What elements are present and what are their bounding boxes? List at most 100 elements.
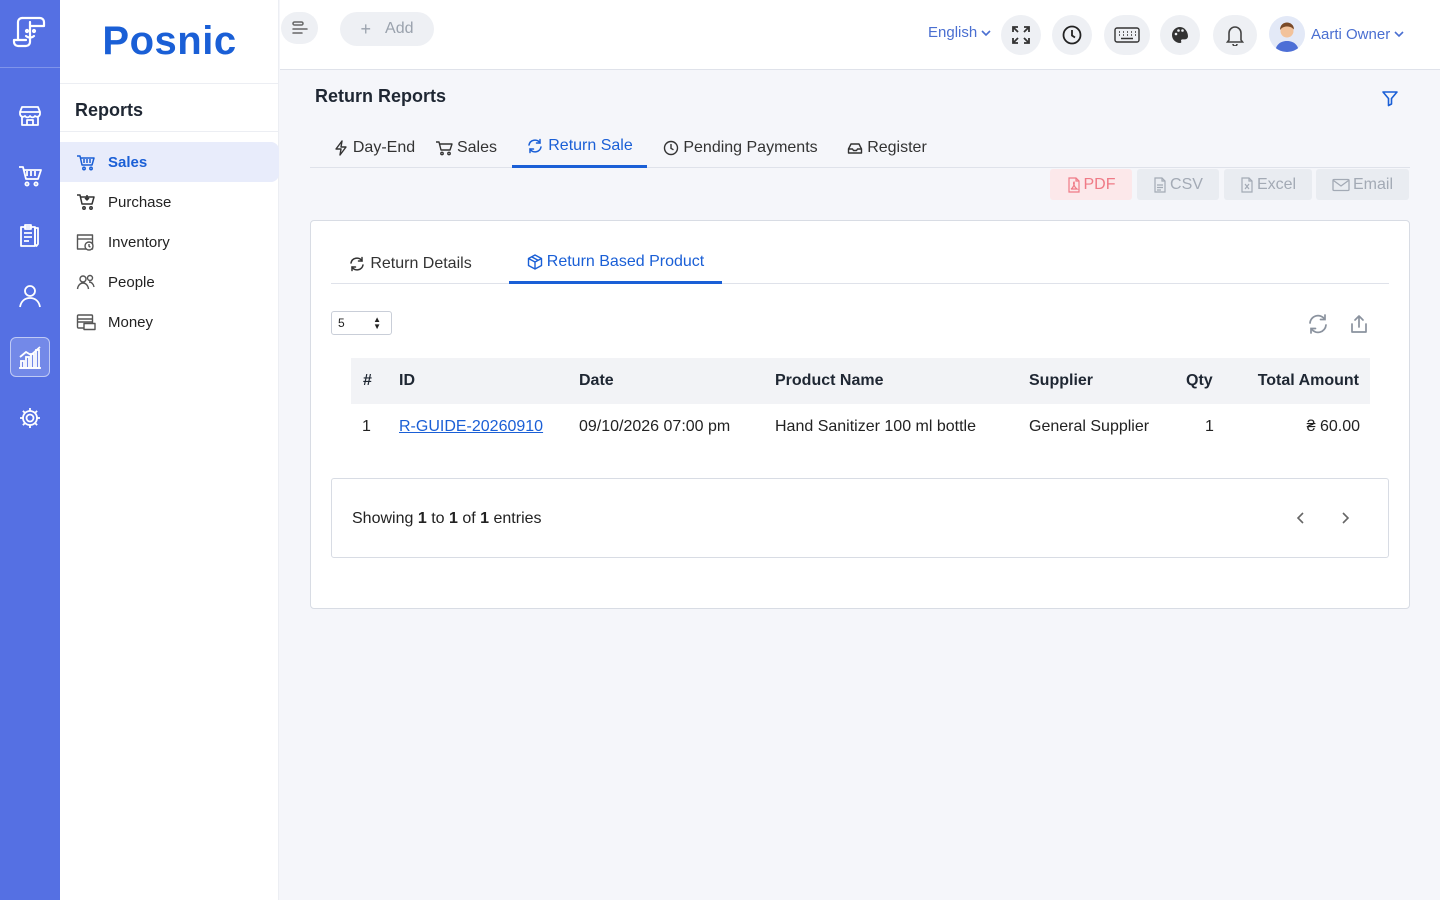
chevron-right-icon [1342,512,1350,524]
pdf-file-icon [1067,176,1081,193]
refresh-table-button[interactable] [1307,314,1329,339]
chevron-down-icon [1394,31,1404,38]
summary-prefix: Showing [352,510,414,527]
report-tabs: Day-End Sales Return Sale Pending Paymen… [310,127,1410,168]
keyboard-icon [1114,27,1140,43]
tab-day-end[interactable]: Day-End [322,127,426,168]
entries-summary: Showing 1 to 1 of 1 entries [352,510,542,528]
brand-logo[interactable]: Posnic [60,0,279,84]
align-left-icon [291,21,308,34]
tab-label: Pending Payments [683,138,818,156]
language-selector[interactable]: English [928,24,992,41]
sidebar-item-money[interactable]: Money [60,302,279,342]
add-button-label: Add [385,20,414,37]
fullscreen-icon [1012,26,1030,44]
sidebar-item-purchase[interactable]: Purchase [60,182,279,222]
sidebar-item-inventory[interactable]: Inventory [60,222,279,262]
cart-icon [75,191,97,213]
return-id-link[interactable]: R-GUIDE-20260910 [399,418,543,435]
plus-icon: + [360,18,372,39]
tab-register[interactable]: Register [842,127,932,168]
export-table-button[interactable] [1349,314,1369,339]
fullscreen-button[interactable] [1001,15,1041,55]
column-header[interactable]: Date [579,358,775,404]
export-pdf-label: PDF [1083,175,1116,193]
envelope-icon [1332,178,1350,192]
settings-gear-icon[interactable] [10,398,50,438]
tab-label: Sales [456,138,498,156]
refresh-icon [1309,314,1327,334]
sidebar-item-people[interactable]: People [60,262,279,302]
report-subtabs: Return Details Return Based Product [331,243,1389,284]
refresh-icon [348,256,366,272]
column-header[interactable]: # [351,358,399,404]
previous-page-button[interactable] [1294,510,1308,531]
select-arrows-icon: ▲ ▼ [373,315,381,331]
sidebar-title: Reports [75,100,144,120]
sidebar: Posnic Reports Sales Purchase Inventory … [60,0,279,900]
shopping-cart-icon[interactable] [10,156,50,196]
next-page-button[interactable] [1338,510,1352,531]
menu-toggle-button[interactable] [281,12,318,44]
people-icon [75,271,97,293]
sidebar-item-label: Sales [108,153,148,171]
add-button[interactable]: + Add [340,12,434,46]
summary-to: 1 [448,510,458,527]
export-excel-label: Excel [1256,175,1297,193]
cell-total-amount: ₴ 60.00 [1306,418,1360,435]
export-pdf-button[interactable]: PDF [1050,169,1132,200]
clock-icon [1062,25,1082,45]
export-excel-button[interactable]: Excel [1224,169,1312,200]
export-email-label: Email [1352,175,1393,193]
clock-button[interactable] [1052,15,1092,55]
theme-button[interactable] [1160,15,1200,55]
user-menu[interactable]: Aarti Owner [1269,16,1405,52]
cell-qty: 1 [1205,418,1214,435]
column-header[interactable]: Product Name [775,358,1029,404]
sidebar-item-label: Money [108,313,154,331]
column-header[interactable]: Qty [1186,358,1246,404]
sidebar-item-sales[interactable]: Sales [60,142,279,182]
table-row: 1 R-GUIDE-20260910 09/10/2026 07:00 pm H… [351,404,1370,450]
notifications-button[interactable] [1213,15,1257,55]
share-upload-icon [1351,315,1367,333]
summary-suffix: entries [493,510,542,527]
keyboard-button[interactable] [1104,15,1150,55]
column-header[interactable]: Supplier [1029,358,1186,404]
basket-icon [75,151,97,173]
tab-return-sale[interactable]: Return Sale [512,127,647,168]
summary-total: 1 [480,510,490,527]
sidebar-item-label: Inventory [108,233,170,251]
column-header[interactable]: Total Amount [1246,358,1370,404]
table-header-row: # ID Date Product Name Supplier Qty Tota… [351,358,1370,404]
money-icon [75,311,97,333]
tab-pending-payments[interactable]: Pending Payments [657,127,824,168]
summary-from: 1 [417,510,427,527]
export-csv-label: CSV [1170,175,1203,193]
bolt-icon [333,139,349,156]
top-bar: + Add English Aarti Owner [280,0,1440,70]
tab-sales[interactable]: Sales [434,127,498,168]
tab-return-details[interactable]: Return Details [331,243,489,284]
cell-date: 09/10/2026 07:00 pm [579,418,731,435]
page-size-select[interactable]: 5 ▲ ▼ [331,311,392,335]
export-csv-button[interactable]: CSV [1137,169,1219,200]
app-logo-icon[interactable] [10,12,50,52]
cart-icon [435,140,453,156]
tab-return-based-product[interactable]: Return Based Product [509,243,722,284]
sidebar-divider [60,131,279,132]
store-icon[interactable] [10,96,50,136]
column-header[interactable]: ID [399,358,579,404]
palette-icon [1172,27,1188,43]
sidebar-item-label: People [108,273,155,291]
excel-file-icon [1240,176,1254,193]
page-title: Return Reports [315,86,447,106]
subtab-label: Return Based Product [546,253,705,270]
user-icon[interactable] [10,276,50,316]
clipboard-icon[interactable] [10,216,50,256]
subtab-label: Return Details [370,254,472,272]
reports-chart-icon[interactable] [10,337,50,377]
export-email-button[interactable]: Email [1316,169,1409,200]
icon-rail [0,0,60,900]
filter-icon[interactable] [1380,88,1400,113]
